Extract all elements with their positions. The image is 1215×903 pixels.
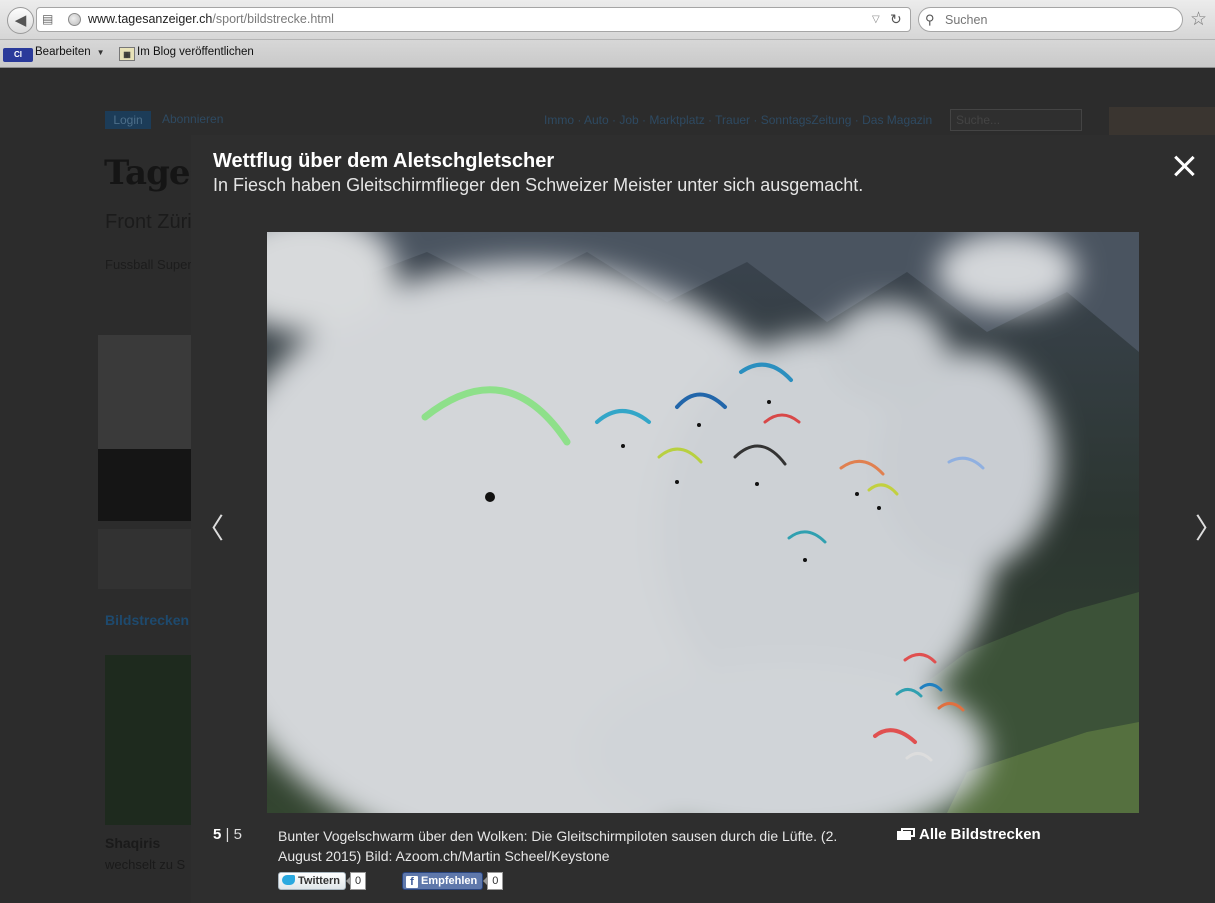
sub-navigation[interactable]: Fussball Super [105,257,192,272]
teaser-image[interactable] [105,655,192,825]
advertisement[interactable] [1109,107,1215,135]
tweet-button[interactable]: Twittern [278,872,346,890]
top-navigation[interactable]: Immo · Auto · Job · Marktplatz · Trauer … [544,113,932,127]
all-galleries-link[interactable]: Alle Bildstrecken [897,826,1041,843]
image-caption: Bunter Vogelschwarm über den Wolken: Die… [278,828,838,864]
facebook-icon: f [406,876,418,888]
gallery-lightbox: Wettflug über dem Aletschgletscher In Fi… [191,135,1215,903]
back-button[interactable]: ◀ [7,7,34,34]
url-domain: www.tagesanzeiger.ch [88,12,213,26]
bookmark-label: Im Blog veröffentlichen [137,46,254,58]
history-dropdown-icon[interactable]: ▽ [872,8,880,31]
search-icon: ⚲ [925,12,935,27]
facebook-recommend-button[interactable]: f Empfehlen [402,872,484,890]
reload-icon[interactable]: ↻ [890,8,902,31]
ci-icon: CI [3,48,33,62]
recommend-label: Empfehlen [421,875,478,887]
teaser-title[interactable]: Shaqiris [105,835,160,851]
twitter-bird-icon [282,875,295,885]
tweet-label: Twittern [298,875,340,887]
recommend-count: 0 [483,872,504,890]
previous-arrow-icon[interactable]: 〈 [196,507,224,547]
abonnieren-link[interactable]: Abonnieren [162,112,223,126]
browser-toolbar: ◀ ▤ www.tagesanzeiger.ch/sport/bildstrec… [0,0,1215,40]
url-text[interactable]: www.tagesanzeiger.ch/sport/bildstrecke.h… [88,8,334,31]
teaser-image[interactable] [98,529,192,589]
all-galleries-label: Alle Bildstrecken [919,826,1041,843]
teaser-text[interactable]: wechselt zu S [105,857,185,872]
gallery-title: Wettflug über dem Aletschgletscher [213,150,555,172]
back-arrow-icon: ◀ [14,12,27,29]
total-count: 5 [233,826,242,843]
site-search-input[interactable]: Suche... [950,109,1082,131]
section-heading[interactable]: Bildstrecken [105,612,189,628]
bookmark-bearbeiten[interactable]: CI Bearbeiten ▼ [3,46,105,62]
current-index: 5 [213,826,222,843]
bookmark-label: Bearbeiten [35,46,91,58]
blog-icon: ▦ [119,47,135,61]
search-bar[interactable]: ⚲ [918,7,1183,32]
address-bar[interactable]: ▤ www.tagesanzeiger.ch/sport/bildstrecke… [36,7,911,32]
tweet-count: 0 [345,872,367,890]
bookmarks-bar: CI Bearbeiten ▼ ▦ Im Blog veröffentlichen [0,40,1215,68]
twitter-share: Twittern 0 [278,872,367,890]
teaser-image-dark [98,449,192,521]
next-arrow-icon[interactable]: 〉 [1195,507,1215,547]
close-icon[interactable] [1171,153,1197,179]
gallery-icon [897,828,915,840]
counter-separator: | [225,826,230,843]
bookmark-star-icon[interactable]: ☆ [1190,8,1207,31]
url-path: /sport/bildstrecke.html [212,12,334,26]
login-button[interactable]: Login [105,111,151,129]
image-counter: 5 | 5 [213,826,242,843]
dropdown-arrow-icon[interactable]: ▼ [97,48,105,57]
bookmark-blog[interactable]: ▦ Im Blog veröffentlichen [119,46,254,61]
gallery-subtitle: In Fiesch haben Gleitschirmflieger den S… [213,175,864,195]
gallery-photo[interactable] [267,232,1139,813]
search-input[interactable] [945,10,1170,29]
globe-icon [68,13,81,26]
facebook-share: f Empfehlen 0 [402,872,504,890]
library-icon[interactable]: ▤ [42,8,53,31]
